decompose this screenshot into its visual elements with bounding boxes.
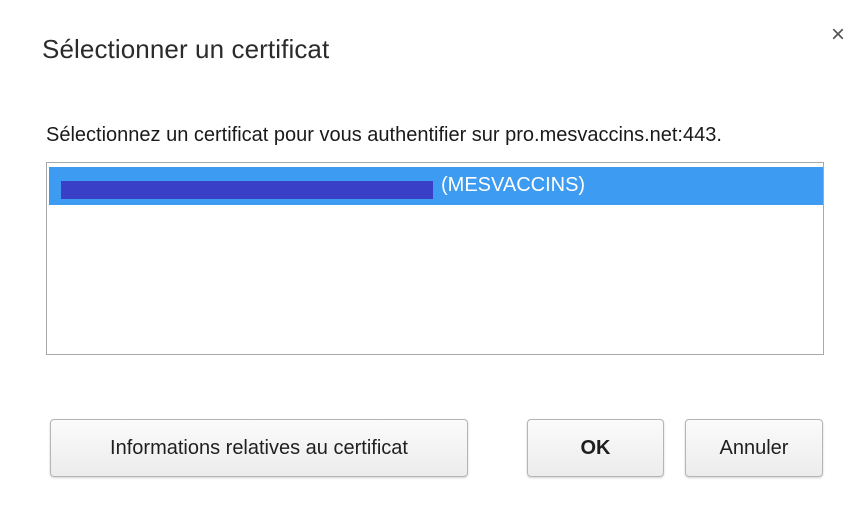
certificate-dialog: Sélectionner un certificat × Sélectionne… <box>0 0 850 508</box>
dialog-prompt: Sélectionnez un certificat pour vous aut… <box>46 124 722 146</box>
close-icon[interactable]: × <box>827 23 849 47</box>
certificate-list-item[interactable]: (MESVACCINS) <box>49 167 823 205</box>
redacted-certificate-name <box>61 181 433 199</box>
certificate-label: (MESVACCINS) <box>441 174 586 196</box>
dialog-title: Sélectionner un certificat <box>42 34 330 64</box>
certificate-list[interactable]: (MESVACCINS) <box>46 162 824 355</box>
certificate-info-button[interactable]: Informations relatives au certificat <box>50 419 468 477</box>
cancel-button[interactable]: Annuler <box>685 419 823 477</box>
ok-button[interactable]: OK <box>527 419 664 477</box>
